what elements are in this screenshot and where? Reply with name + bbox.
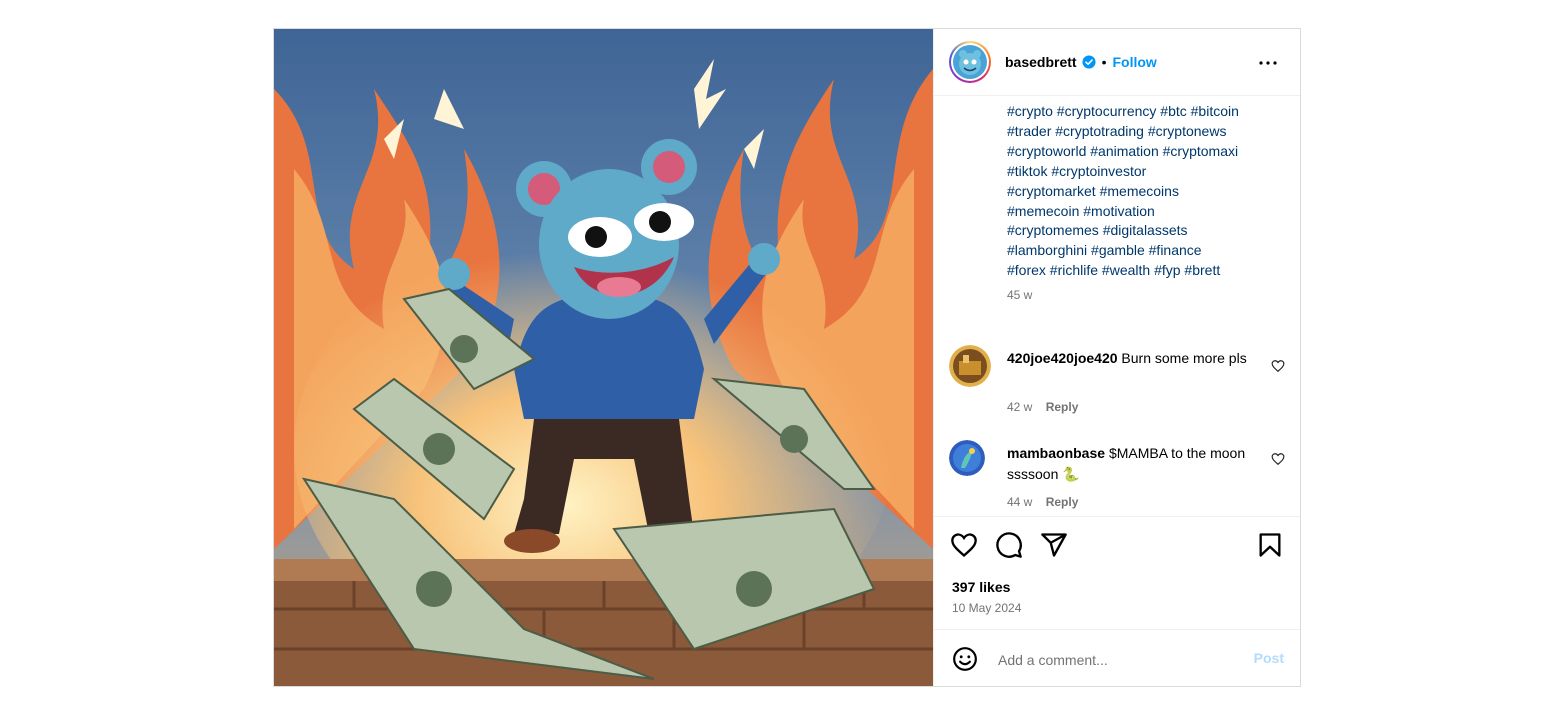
caption-line: #lamborghini #gamble #finance: [1007, 242, 1202, 259]
comment-age: 42 w: [1007, 400, 1033, 414]
reply-button[interactable]: Reply: [1046, 495, 1079, 509]
post-image[interactable]: [274, 29, 933, 686]
add-comment-input[interactable]: [996, 646, 1240, 674]
caption-line: #memecoin #motivation: [1007, 202, 1155, 219]
post-illustration: [274, 29, 933, 686]
comment-username[interactable]: mambaonbase: [1007, 445, 1105, 461]
more-options-icon[interactable]: [1256, 51, 1280, 75]
likes-count[interactable]: 397 likes: [952, 579, 1010, 595]
comment-avatar[interactable]: [949, 345, 991, 387]
caption-line: #trader #cryptotrading #cryptonews: [1007, 122, 1227, 139]
caption-line: #crypto #cryptocurrency #btc #bitcoin: [1007, 103, 1239, 119]
author-username[interactable]: basedbrett: [1005, 54, 1077, 70]
follow-button[interactable]: Follow: [1112, 54, 1156, 70]
post-side-panel: basedbrett • Follow #crypto #cryptocurre…: [933, 29, 1300, 686]
post-header: basedbrett • Follow: [934, 29, 1300, 96]
caption-line: #cryptomarket #memecoins: [1007, 182, 1179, 199]
comment-item: 420joe420joe420 Burn some more pls 42 w …: [949, 345, 1285, 425]
post-comment-button[interactable]: Post: [1254, 650, 1284, 666]
emoji-icon[interactable]: [952, 646, 978, 672]
caption-line: #tiktok #cryptoinvestor: [1007, 162, 1147, 179]
comment-age: 44 w: [1007, 495, 1033, 509]
comment-username[interactable]: 420joe420joe420: [1007, 350, 1118, 366]
share-icon[interactable]: [1040, 531, 1068, 559]
comment-icon[interactable]: [995, 531, 1023, 559]
comment-like-heart-icon[interactable]: [1271, 359, 1285, 373]
comments-scroll-area[interactable]: #crypto #cryptocurrency #btc #bitcoin #t…: [934, 96, 1300, 516]
comment-text: Burn some more pls: [1121, 350, 1247, 366]
add-comment-bar: Post: [934, 629, 1300, 687]
post-container: basedbrett • Follow #crypto #cryptocurre…: [273, 28, 1301, 687]
comment-item: mambaonbase $MAMBA to the moon ssssoon 🐍…: [949, 440, 1285, 516]
post-actions: 397 likes 10 May 2024: [934, 516, 1300, 630]
caption-line: #cryptomemes #digitalassets: [1007, 222, 1188, 239]
verified-badge-icon: [1082, 55, 1096, 69]
post-caption: #crypto #cryptocurrency #btc #bitcoin #t…: [1007, 102, 1277, 306]
bookmark-icon[interactable]: [1256, 531, 1284, 559]
caption-line: #cryptoworld #animation #cryptomaxi: [1007, 142, 1239, 159]
heart-icon[interactable]: [950, 531, 978, 559]
caption-line: #forex #richlife #wealth #fyp #brett: [1007, 262, 1221, 279]
reply-button[interactable]: Reply: [1046, 400, 1079, 414]
caption-age: 45 w: [1007, 288, 1033, 303]
separator: •: [1101, 54, 1107, 70]
comment-like-heart-icon[interactable]: [1271, 452, 1285, 466]
author-avatar[interactable]: [949, 41, 991, 83]
comment-avatar[interactable]: [949, 440, 985, 476]
post-date: 10 May 2024: [952, 601, 1022, 615]
